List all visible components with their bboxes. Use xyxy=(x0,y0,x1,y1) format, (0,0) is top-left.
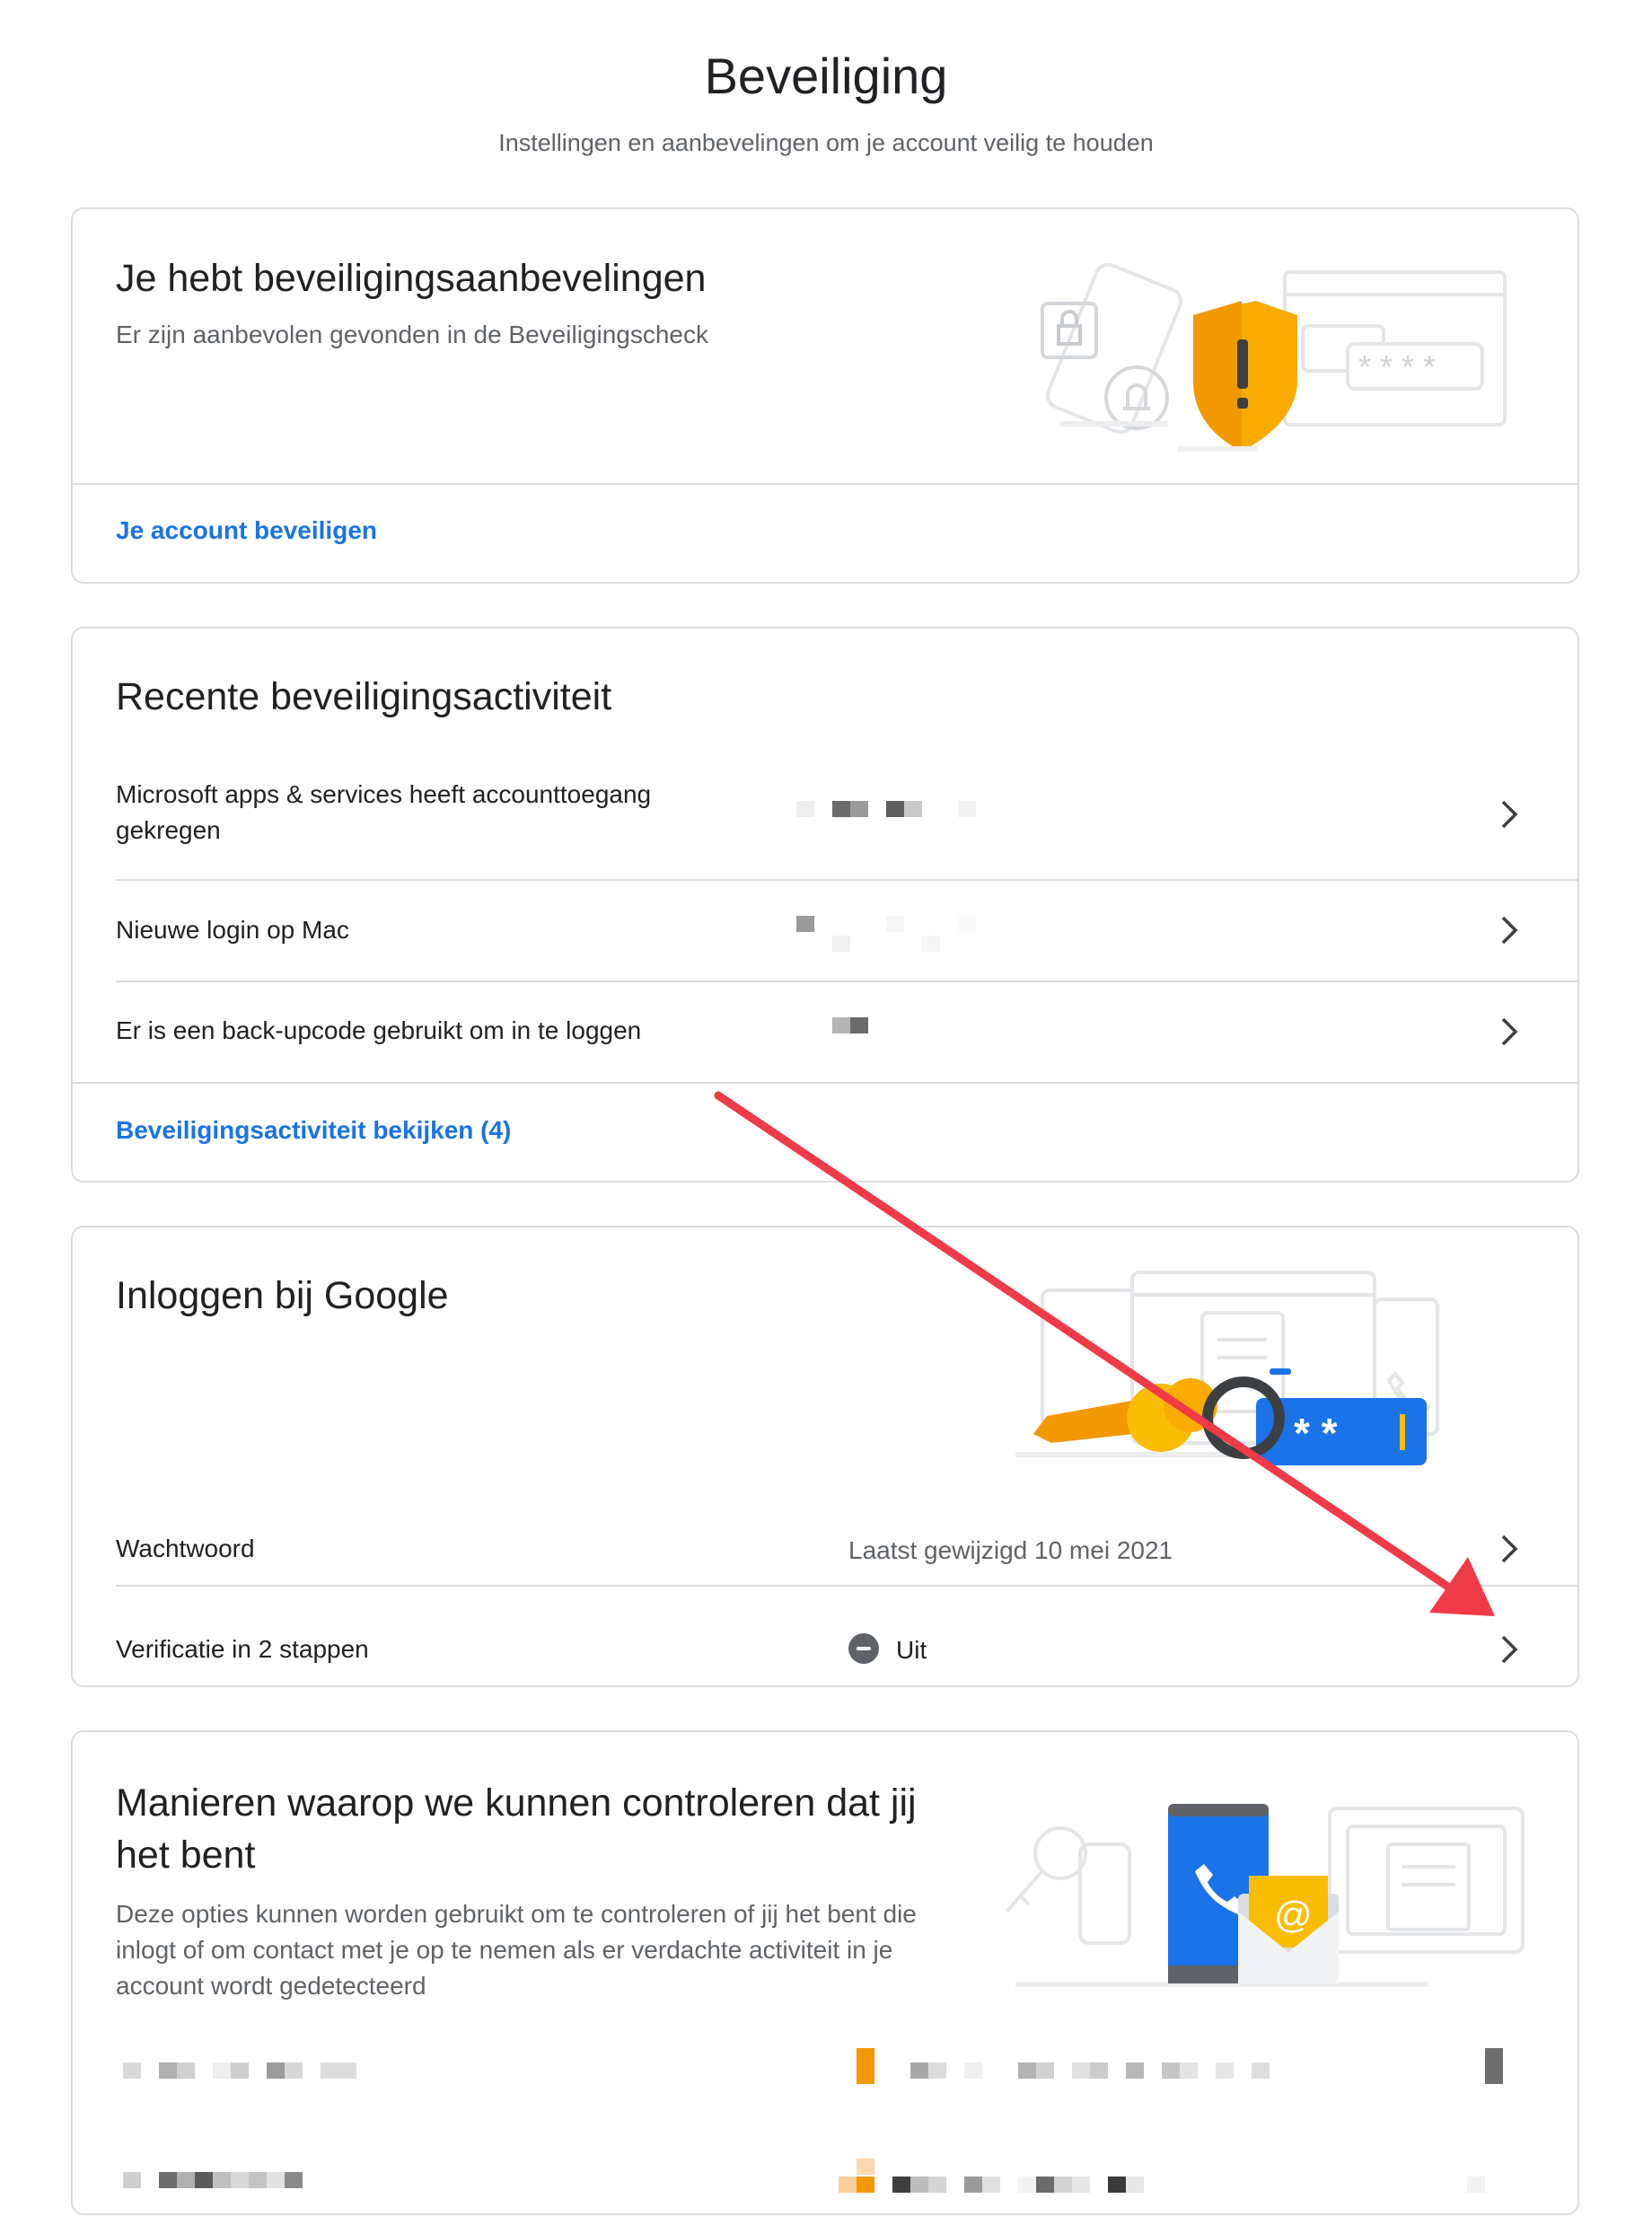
activity-item-label[interactable]: Nieuwe login op Mac xyxy=(116,912,349,948)
row-divider xyxy=(116,879,1577,881)
redacted-detail xyxy=(123,2062,374,2080)
password-last-changed: Laatst gewijzigd 10 mei 2021 xyxy=(848,1536,1173,1564)
minus-circle-icon xyxy=(848,1633,879,1664)
page-subtitle: Instellingen en aanbevelingen om je acco… xyxy=(498,129,1154,156)
password-label[interactable]: Wachtwoord xyxy=(116,1531,255,1567)
view-activity-link[interactable]: Beveiligingsactiviteit bekijken (4) xyxy=(116,1116,511,1145)
verify-illustration: @ xyxy=(1005,1804,1525,1987)
bell-icon xyxy=(1104,365,1169,430)
signin-illustration: * * xyxy=(1015,1271,1439,1465)
chevron-right-icon[interactable] xyxy=(1491,1014,1527,1050)
chevron-right-icon[interactable] xyxy=(1491,912,1527,948)
key-icon xyxy=(1005,1826,1131,1945)
redacted-detail xyxy=(857,2048,1503,2102)
two-step-status: Uit xyxy=(896,1636,927,1664)
verify-description: Deze opties kunnen worden gebruikt om te… xyxy=(116,1900,917,2000)
chevron-right-icon[interactable] xyxy=(1491,796,1527,832)
signin-title: Inloggen bij Google xyxy=(116,1274,449,1317)
signin-card: Inloggen bij Google * * Wachtwoord Laats… xyxy=(71,1226,1579,1687)
activity-item-label[interactable]: Er is een back-upcode gebruikt om in te … xyxy=(116,1013,641,1049)
row-divider xyxy=(116,1585,1577,1587)
verify-methods-card: Manieren waarop we kunnen controleren da… xyxy=(71,1730,1579,2215)
password-mask-text: * * * * xyxy=(1358,348,1436,385)
redacted-detail xyxy=(123,2172,338,2190)
chevron-right-icon[interactable] xyxy=(1491,1531,1527,1567)
recent-activity-card: Recente beveiligingsactiviteit Microsoft… xyxy=(71,627,1579,1183)
redacted-detail xyxy=(832,1017,886,1035)
card-divider xyxy=(73,1082,1577,1084)
shield-alert-icon xyxy=(1193,301,1297,452)
recommendations-card: Je hebt beveiligingsaanbevelingen Er zij… xyxy=(71,207,1579,584)
password-window-icon xyxy=(1328,1807,1525,1954)
card-divider xyxy=(73,483,1577,485)
redacted-detail xyxy=(796,916,1030,955)
recent-activity-title: Recente beveiligingsactiviteit xyxy=(116,675,612,718)
redacted-detail xyxy=(839,2159,1485,2194)
page-title: Beveiliging xyxy=(704,48,948,104)
verify-title: Manieren waarop we kunnen controleren da… xyxy=(116,1781,917,1877)
chevron-right-icon[interactable] xyxy=(1491,1631,1527,1667)
recommendations-title: Je hebt beveiligingsaanbevelingen xyxy=(116,257,707,300)
security-recommendation-illustration: * * * * xyxy=(1041,262,1507,452)
secure-account-link[interactable]: Je account beveiligen xyxy=(116,516,377,545)
row-divider xyxy=(116,981,1577,982)
password-mask-text: * * xyxy=(1294,1410,1338,1456)
two-step-label[interactable]: Verificatie in 2 stappen xyxy=(116,1631,369,1667)
mail-at-text: @ xyxy=(1274,1894,1313,1936)
recommendations-description: Er zijn aanbevolen gevonden in de Beveil… xyxy=(116,321,708,348)
activity-item-label[interactable]: Microsoft apps & services heeft accountt… xyxy=(116,777,726,849)
redacted-detail xyxy=(796,801,994,819)
